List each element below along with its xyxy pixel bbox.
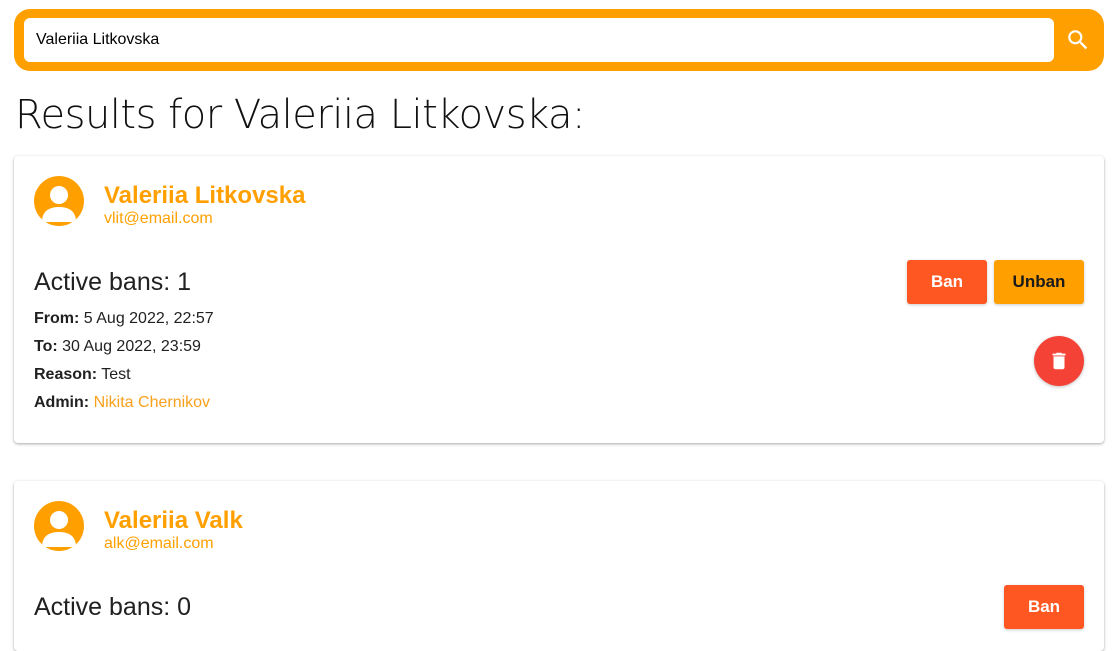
- ban-button[interactable]: Ban: [907, 260, 987, 304]
- ban-reason: Reason: Test: [34, 366, 131, 384]
- ban-button[interactable]: Ban: [1004, 585, 1084, 629]
- search-input[interactable]: [24, 18, 1054, 62]
- ban-admin-link[interactable]: Nikita Chernikov: [94, 394, 210, 411]
- results-title: Results for Valeriia Litkovska:: [15, 92, 586, 138]
- user-email: alk@email.com: [104, 535, 214, 552]
- user-card: Valeriia Litkovska vlit@email.com Active…: [14, 156, 1104, 443]
- user-name[interactable]: Valeriia Litkovska: [104, 182, 305, 210]
- ban-from-label: From:: [34, 310, 80, 327]
- delete-ban-button[interactable]: [1034, 336, 1084, 386]
- avatar-icon: [34, 176, 84, 226]
- ban-from: From: 5 Aug 2022, 22:57: [34, 310, 214, 328]
- ban-reason-value: Test: [101, 366, 131, 383]
- search-button[interactable]: [1062, 18, 1094, 62]
- active-bans-title: Active bans: 1: [34, 268, 192, 296]
- ban-to-value: 30 Aug 2022, 23:59: [62, 338, 201, 355]
- user-email: vlit@email.com: [104, 210, 213, 227]
- avatar-icon: [34, 501, 84, 551]
- search-bar: [14, 9, 1104, 71]
- search-icon: [1068, 30, 1088, 50]
- user-name[interactable]: Valeriia Valk: [104, 507, 243, 535]
- unban-button[interactable]: Unban: [994, 260, 1084, 304]
- ban-to-label: To:: [34, 338, 58, 355]
- ban-admin-label: Admin:: [34, 394, 90, 411]
- ban-from-value: 5 Aug 2022, 22:57: [83, 310, 214, 327]
- ban-to: To: 30 Aug 2022, 23:59: [34, 338, 201, 356]
- active-bans-title: Active bans: 0: [34, 593, 192, 621]
- ban-reason-label: Reason:: [34, 366, 98, 383]
- user-card: Valeriia Valk alk@email.com Active bans:…: [14, 481, 1104, 651]
- trash-icon: [1052, 352, 1066, 370]
- ban-admin: Admin: Nikita Chernikov: [34, 394, 210, 412]
